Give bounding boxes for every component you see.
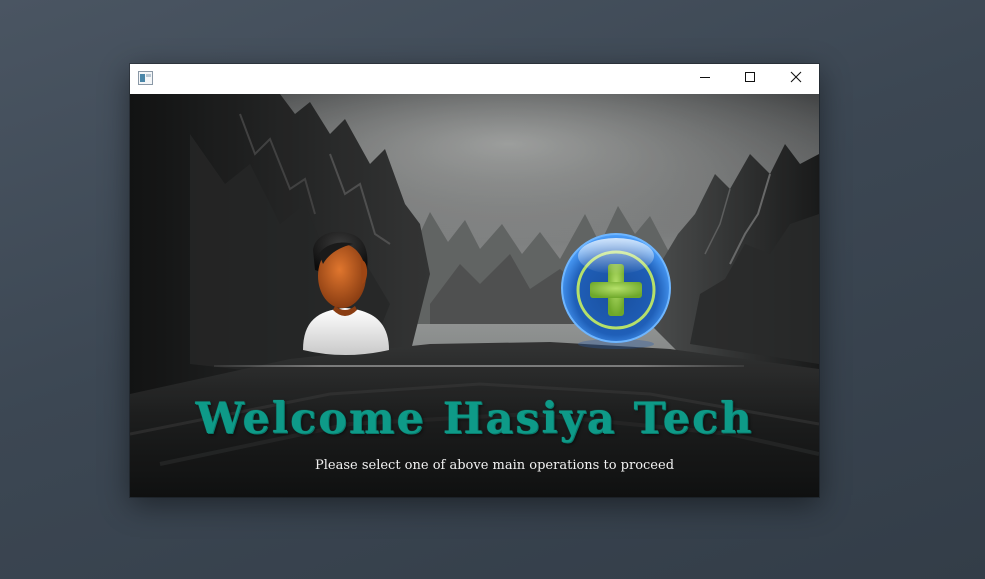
maximize-button[interactable] <box>727 64 773 94</box>
main-panel: Welcome Hasiya Tech Please select one of… <box>130 94 819 497</box>
close-icon <box>790 70 802 88</box>
close-button[interactable] <box>773 64 819 94</box>
minimize-icon <box>699 70 711 88</box>
instruction-text: Please select one of above main operatio… <box>314 458 675 473</box>
title-bar[interactable] <box>130 64 819 94</box>
app-window-icon <box>138 71 153 85</box>
maximize-icon <box>744 70 756 88</box>
add-operation-button[interactable] <box>560 232 672 352</box>
minimize-button[interactable] <box>682 64 728 94</box>
welcome-heading: Welcome Hasiya Tech <box>195 394 754 444</box>
separator-line <box>214 365 744 367</box>
add-plus-icon <box>560 233 672 356</box>
user-operation-button[interactable] <box>295 230 395 358</box>
user-icon <box>295 231 395 362</box>
app-window: Welcome Hasiya Tech Please select one of… <box>130 64 819 497</box>
